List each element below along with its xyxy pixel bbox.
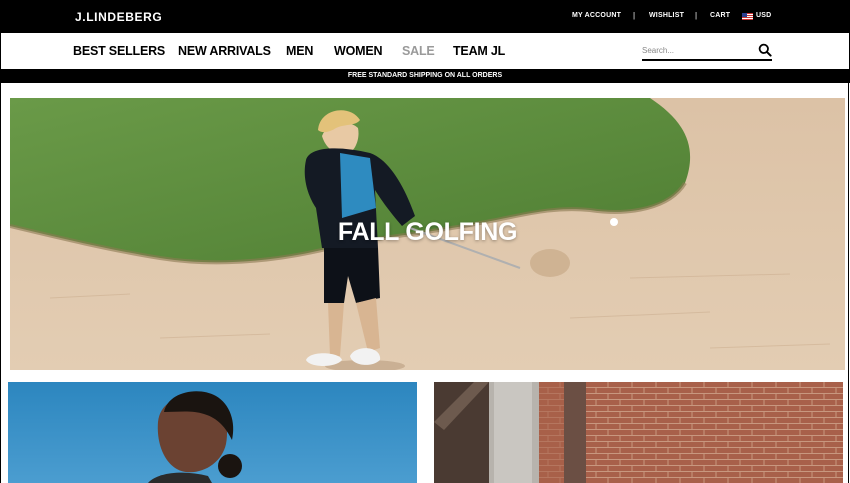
page-frame-left	[0, 83, 1, 483]
brand-logo[interactable]: J.LINDEBERG	[75, 10, 162, 24]
promo-tile-women[interactable]	[8, 382, 417, 483]
nav-team-jl[interactable]: TEAM JL	[453, 44, 505, 58]
utility-separator: |	[695, 11, 698, 20]
utility-separator: |	[633, 11, 636, 20]
search-box	[642, 43, 772, 61]
hero-title[interactable]: FALL GOLFING	[10, 218, 845, 247]
wishlist-link[interactable]: WISHLIST	[649, 12, 684, 19]
nav-women[interactable]: WOMEN	[334, 44, 383, 58]
main-nav: BEST SELLERS NEW ARRIVALS MEN WOMEN SALE…	[0, 33, 850, 69]
cart-link[interactable]: CART	[710, 12, 730, 19]
nav-best-sellers[interactable]: BEST SELLERS	[73, 44, 165, 58]
us-flag-icon[interactable]	[742, 13, 753, 20]
nav-sale[interactable]: SALE	[402, 44, 435, 58]
search-input[interactable]	[642, 43, 752, 57]
my-account-link[interactable]: MY ACCOUNT	[572, 12, 621, 19]
top-utility-bar: J.LINDEBERG MY ACCOUNT | WISHLIST | CART…	[0, 0, 850, 33]
nav-new-arrivals[interactable]: NEW ARRIVALS	[178, 44, 271, 58]
hero-banner[interactable]: FALL GOLFING	[10, 98, 845, 370]
currency-selector[interactable]: USD	[756, 12, 771, 19]
shipping-banner: FREE STANDARD SHIPPING ON ALL ORDERS	[0, 69, 850, 83]
promo-tile-brick[interactable]	[434, 382, 843, 483]
woman-portrait-image	[8, 382, 417, 483]
search-icon[interactable]	[758, 43, 772, 57]
brick-wall-image	[434, 382, 843, 483]
nav-men[interactable]: MEN	[286, 44, 313, 58]
page-frame-right	[848, 83, 849, 483]
